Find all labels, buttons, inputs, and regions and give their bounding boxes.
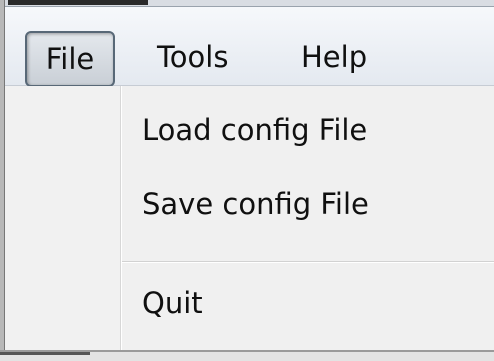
menu-item-quit[interactable]: Quit: [142, 283, 203, 323]
menu-separator: [122, 261, 494, 263]
title-bar-fragment: [8, 0, 148, 5]
application-window: File Tools Help Load config File Save co…: [0, 0, 494, 361]
file-dropdown-menu: Load config File Save config File Quit: [5, 86, 494, 350]
menu-tools[interactable]: Tools: [143, 31, 242, 83]
menu-icon-gutter: [5, 86, 120, 350]
menu-file[interactable]: File: [25, 31, 115, 87]
menu-help[interactable]: Help: [287, 31, 381, 83]
menu-item-load-config[interactable]: Load config File: [142, 110, 367, 150]
menu-bar: File Tools Help: [5, 7, 494, 87]
window-bottom-shadow: [0, 352, 90, 355]
menu-item-save-config[interactable]: Save config File: [142, 184, 369, 224]
gutter-divider-highlight: [121, 86, 122, 350]
